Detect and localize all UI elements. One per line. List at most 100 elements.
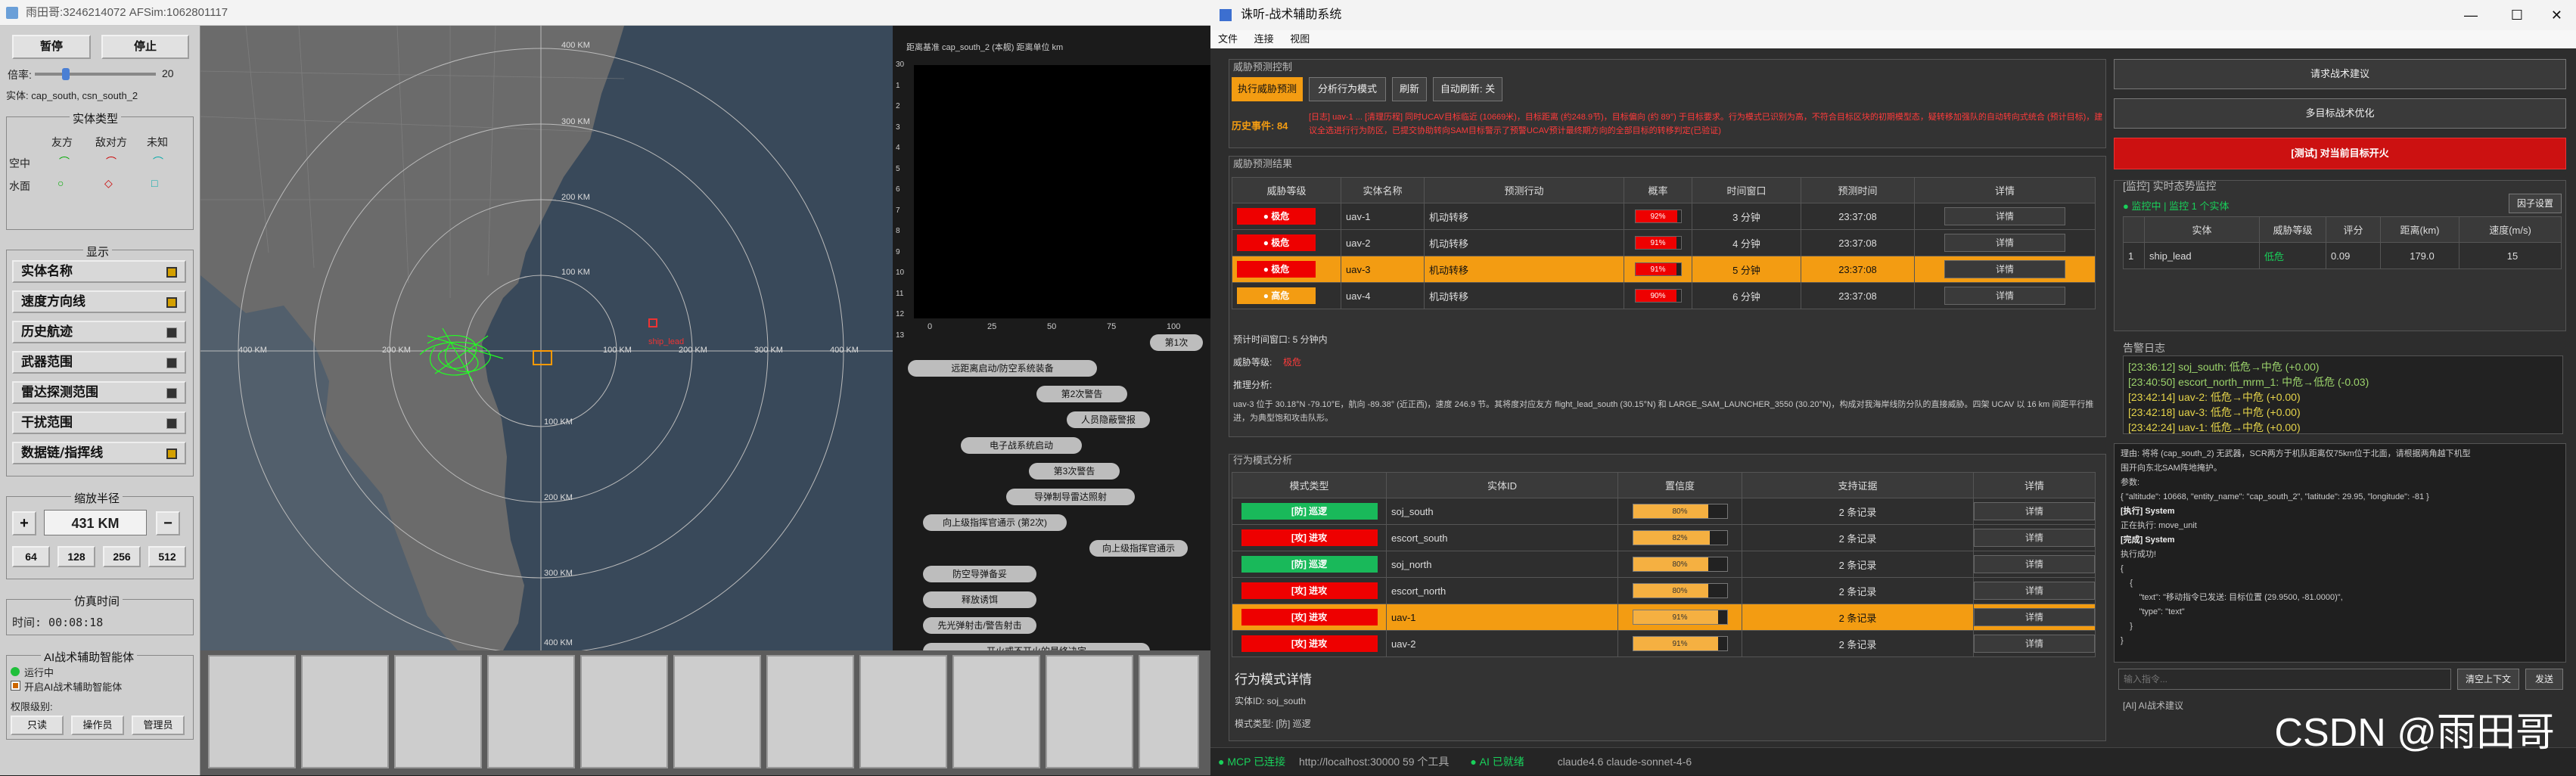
threat-detail-button[interactable]: 详情 xyxy=(1944,260,2065,278)
multi-target-button[interactable]: 多目标战术优化 xyxy=(2114,98,2566,129)
zoom-preset-3[interactable]: 512 xyxy=(148,546,186,567)
menu-file[interactable]: 文件 xyxy=(1218,33,1238,45)
slot-3[interactable] xyxy=(394,655,482,768)
layer-checkbox-icon[interactable] xyxy=(166,388,177,399)
zoom-in-button[interactable]: + xyxy=(12,511,36,535)
threat-level-badge: ● 极危 xyxy=(1237,261,1316,278)
clear-context-button[interactable]: 清空上下文 xyxy=(2457,669,2519,690)
perm-button-0[interactable]: 只读 xyxy=(11,715,64,735)
tactical-map[interactable]: 400 KM 300 KM 200 KM 100 KM 400 KM 200 K… xyxy=(200,26,893,650)
zoom-preset-2[interactable]: 256 xyxy=(103,546,141,567)
perm-button-2[interactable]: 管理员 xyxy=(132,715,185,735)
timeline-event: 第1次 xyxy=(1150,334,1203,351)
slot-9[interactable] xyxy=(952,655,1040,768)
menu-connect[interactable]: 连接 xyxy=(1254,33,1274,45)
behavior-row[interactable]: [防] 巡逻 soj_south 80% 2 条记录 详情 xyxy=(1232,498,2096,525)
layer-checkbox-icon[interactable] xyxy=(166,418,177,429)
pause-button[interactable]: 暂停 xyxy=(12,35,91,59)
request-advice-button[interactable]: 请求战术建议 xyxy=(2114,59,2566,89)
layer-toggle-2[interactable]: 历史航迹 xyxy=(12,321,186,343)
slot-8[interactable] xyxy=(859,655,947,768)
behavior-detail-button[interactable]: 详情 xyxy=(1974,555,2095,573)
behavior-detail-button[interactable]: 详情 xyxy=(1974,608,2095,626)
layer-toggle-6[interactable]: 数据链/指挥线 xyxy=(12,442,186,464)
behavior-row[interactable]: [攻] 进攻 escort_south 82% 2 条记录 详情 xyxy=(1232,524,2096,551)
layer-toggle-4[interactable]: 雷达探测范围 xyxy=(12,381,186,404)
threat-level-badge: ● 极危 xyxy=(1237,234,1316,251)
threat-time: 23:37:08 xyxy=(1801,256,1915,283)
slot-11[interactable] xyxy=(1139,655,1199,768)
control-panel: 暂停 停止 倍率: 20 实体: cap_south, csn_south_2 … xyxy=(0,26,200,775)
threat-window: 3 分钟 xyxy=(1692,203,1801,230)
behavior-row[interactable]: [攻] 进攻 escort_north 80% 2 条记录 详情 xyxy=(1232,577,2096,604)
command-input[interactable] xyxy=(2118,669,2451,690)
layer-toggle-3[interactable]: 武器范围 xyxy=(12,351,186,374)
behavior-detail-button[interactable]: 详情 xyxy=(1974,529,2095,547)
chart-plot-area xyxy=(914,65,1210,318)
test-fire-button[interactable]: [测试] 对当前目标开火 xyxy=(2114,138,2566,169)
behavior-detail-button[interactable]: 详情 xyxy=(1974,635,2095,653)
threat-row[interactable]: ● 极危 uav-1 机动转移 92% 3 分钟 23:37:08 详情 xyxy=(1232,203,2096,230)
speed-slider-handle[interactable] xyxy=(62,68,70,80)
behavior-row[interactable]: [攻] 进攻 uav-2 91% 2 条记录 详情 xyxy=(1232,630,2096,657)
layer-toggle-5[interactable]: 干扰范围 xyxy=(12,411,186,434)
behavior-detail-button[interactable]: 详情 xyxy=(1974,502,2095,520)
speed-slider[interactable] xyxy=(35,68,156,80)
close-icon[interactable]: ✕ xyxy=(2551,0,2562,30)
slot-2[interactable] xyxy=(301,655,389,768)
behavior-evidence: 2 条记录 xyxy=(1742,604,1974,631)
layer-checkbox-icon[interactable] xyxy=(166,449,177,459)
behavior-row[interactable]: [攻] 进攻 uav-1 91% 2 条记录 详情 xyxy=(1232,604,2096,631)
ring-label-200e: 200 KM xyxy=(679,346,707,355)
slot-4[interactable] xyxy=(487,655,575,768)
threat-detail-button[interactable]: 详情 xyxy=(1944,234,2065,252)
auto-refresh-button[interactable]: 自动刷新: 关 xyxy=(1433,77,1502,101)
perm-button-1[interactable]: 操作员 xyxy=(71,715,124,735)
refresh-button[interactable]: 刷新 xyxy=(1392,77,1427,101)
slot-10[interactable] xyxy=(1046,655,1133,768)
ai-enable-checkbox[interactable] xyxy=(11,681,20,691)
slot-6[interactable] xyxy=(673,655,761,768)
layer-checkbox-icon[interactable] xyxy=(166,297,177,308)
threat-time: 23:37:08 xyxy=(1801,282,1915,309)
slot-7[interactable] xyxy=(766,655,854,768)
chat-line: [执行] System xyxy=(2121,507,2175,516)
minimize-icon[interactable]: — xyxy=(2464,0,2478,30)
unknown-air-icon: ⌒ xyxy=(153,156,163,168)
slot-5[interactable] xyxy=(580,655,668,768)
engagement-timeline: 距离基准 cap_south_2 (本舰) 距离单位 km 0 25 50 75 100… xyxy=(893,26,1210,660)
send-button[interactable]: 发送 xyxy=(2525,669,2563,690)
threat-row[interactable]: ● 高危 uav-4 机动转移 90% 6 分钟 23:37:08 详情 xyxy=(1232,282,2096,309)
behavior-conf: 80% xyxy=(1672,587,1688,595)
exec-threat-button[interactable]: 执行威胁预测 xyxy=(1232,77,1303,101)
entity-type-group xyxy=(6,116,194,230)
threat-detail-button[interactable]: 详情 xyxy=(1944,207,2065,225)
behavior-row[interactable]: [防] 巡逻 soj_north 80% 2 条记录 详情 xyxy=(1232,551,2096,578)
layer-toggle-1[interactable]: 速度方向线 xyxy=(12,290,186,313)
factor-settings-button[interactable]: 因子设置 xyxy=(2509,194,2562,213)
layer-toggle-0[interactable]: 实体名称 xyxy=(12,260,186,283)
zoom-preset-1[interactable]: 128 xyxy=(57,546,95,567)
zoom-preset-0[interactable]: 64 xyxy=(12,546,50,567)
analyze-behavior-button[interactable]: 分析行为模式 xyxy=(1309,77,1386,101)
ring-label-100n: 100 KM xyxy=(561,268,590,277)
zoom-out-button[interactable]: − xyxy=(156,511,180,535)
threat-row[interactable]: ● 极危 uav-2 机动转移 91% 4 分钟 23:37:08 详情 xyxy=(1232,229,2096,256)
layer-checkbox-icon[interactable] xyxy=(166,327,177,338)
alarm-log: [23:36:12] soj_south: 低危→中危 (+0.00) [23:4… xyxy=(2123,355,2563,434)
monitor-row[interactable]: 1 ship_lead 低危 0.09 179.0 15 xyxy=(2123,242,2562,269)
ship-lead-label[interactable]: ship_lead xyxy=(648,337,684,346)
behavior-detail-button[interactable]: 详情 xyxy=(1974,582,2095,600)
layer-checkbox-icon[interactable] xyxy=(166,358,177,368)
layer-label: 武器范围 xyxy=(21,355,73,370)
threat-detail-button[interactable]: 详情 xyxy=(1944,287,2065,305)
maximize-icon[interactable]: ☐ xyxy=(2511,0,2523,30)
stop-button[interactable]: 停止 xyxy=(101,35,189,59)
zoom-radius-field[interactable]: 431 KM xyxy=(44,510,147,535)
threat-row[interactable]: ● 极危 uav-3 机动转移 91% 5 分钟 23:37:08 详情 xyxy=(1232,256,2096,283)
menu-view[interactable]: 视图 xyxy=(1290,33,1310,45)
slot-1[interactable] xyxy=(208,655,296,768)
bh-type: 模式类型 xyxy=(1232,472,1387,498)
ai-status: 运行中 xyxy=(24,667,54,678)
layer-checkbox-icon[interactable] xyxy=(166,267,177,278)
